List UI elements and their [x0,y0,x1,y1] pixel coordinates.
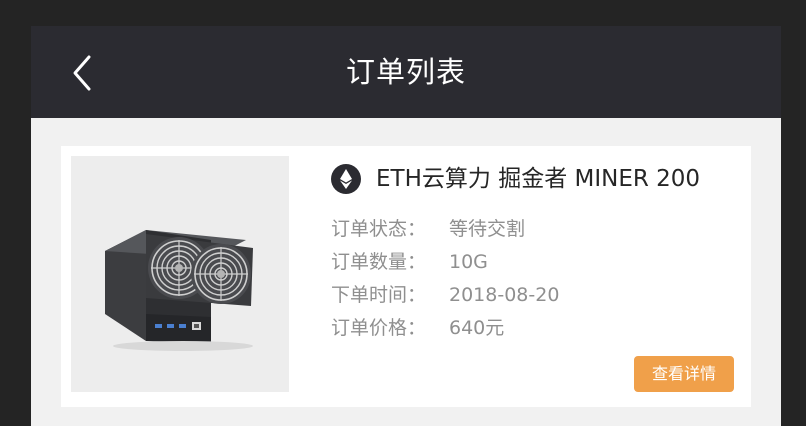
nav-bar: 订单列表 [31,26,781,118]
order-time-value: 2018-08-20 [449,284,560,306]
order-card: ETH云算力 掘金者 MINER 200 订单状态： 等待交割 订单数量： 10… [61,146,751,407]
order-time-label: 下单时间： [331,284,427,306]
page-title: 订单列表 [345,55,466,89]
order-quantity-value: 10G [449,251,488,273]
ethereum-icon [331,164,361,194]
app-screen: 订单列表 ETH云算力 掘金者 MINER 200 订单状态： 等待交割 订单数… [31,26,781,426]
view-details-button[interactable]: 查看详情 [634,356,734,392]
product-title: ETH云算力 掘金者 MINER 200 [376,166,701,192]
order-status-value: 等待交割 [449,218,526,240]
product-image [71,156,289,392]
order-price-value: 640元 [449,317,505,339]
order-status-label: 订单状态： [331,218,427,240]
order-price-label: 订单价格： [331,317,427,339]
order-quantity-label: 订单数量： [331,251,427,273]
